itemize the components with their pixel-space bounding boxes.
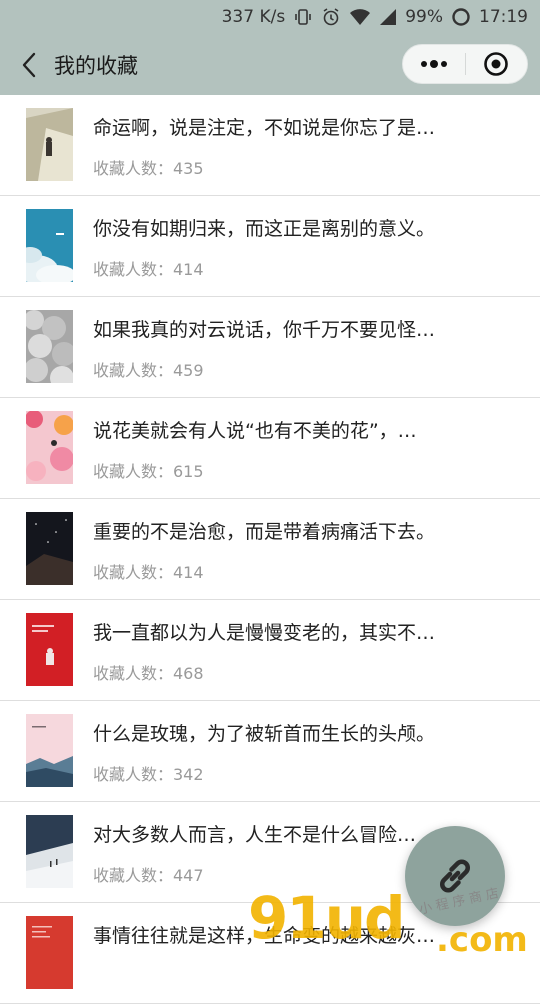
cover-image [26, 916, 73, 989]
signal-icon [379, 8, 397, 26]
close-button[interactable] [466, 45, 528, 83]
item-favorite-count: 收藏人数：414 [93, 260, 204, 279]
item-favorite-count: 收藏人数：342 [93, 765, 204, 784]
item-title: 什么是玫瑰，为了被斩首而生长的头颅。 [93, 723, 436, 745]
item-favorite-count: 收藏人数：468 [93, 664, 204, 683]
battery-percent: 99% [405, 7, 443, 27]
wifi-icon [349, 8, 371, 26]
item-title: 重要的不是治愈，而是带着病痛活下去。 [93, 521, 436, 543]
item-title: 说花美就会有人说“也有不美的花”，… [93, 420, 417, 442]
list-item[interactable]: 命运啊，说是注定，不如说是你忘了是… 收藏人数：435 [0, 95, 540, 196]
chevron-left-icon [22, 52, 36, 77]
list-item[interactable]: 如果我真的对云说话，你千万不要见怪… 收藏人数：459 [0, 297, 540, 398]
close-target-icon [484, 52, 509, 76]
nav-bar: 我的收藏 [0, 34, 540, 95]
list-item[interactable]: 说花美就会有人说“也有不美的花”，… 收藏人数：615 [0, 398, 540, 499]
mini-program-capsule [402, 44, 528, 84]
list-item[interactable]: 你没有如期归来，而这正是离别的意义。 收藏人数：414 [0, 196, 540, 297]
share-link-button[interactable] [405, 826, 505, 926]
cover-image [26, 613, 73, 686]
vibrate-icon [293, 7, 313, 27]
item-title: 命运啊，说是注定，不如说是你忘了是… [93, 117, 436, 139]
list-item[interactable]: 重要的不是治愈，而是带着病痛活下去。 收藏人数：414 [0, 499, 540, 600]
cover-image [26, 411, 73, 484]
item-title: 事情往往就是这样，生命变的越来越灰… [93, 925, 436, 947]
cover-image [26, 815, 73, 888]
more-button[interactable] [403, 45, 465, 83]
status-bar: 337 K/s 99% 17:19 [0, 0, 540, 34]
clock-time: 17:19 [479, 7, 528, 27]
cover-image [26, 108, 73, 181]
item-favorite-count: 收藏人数：459 [93, 361, 204, 380]
cover-image [26, 512, 73, 585]
cover-image [26, 209, 73, 282]
alarm-icon [321, 7, 341, 27]
network-speed: 337 K/s [221, 7, 286, 27]
item-favorite-count: 收藏人数：615 [93, 462, 204, 481]
more-dots-icon [420, 60, 447, 68]
item-title: 如果我真的对云说话，你千万不要见怪… [93, 319, 436, 341]
battery-icon [451, 7, 471, 27]
list-item[interactable]: 我一直都以为人是慢慢变老的，其实不… 收藏人数：468 [0, 600, 540, 701]
cover-image [26, 310, 73, 383]
item-favorite-count: 收藏人数：435 [93, 159, 204, 178]
back-button[interactable] [14, 50, 44, 80]
item-favorite-count: 收藏人数：447 [93, 866, 204, 885]
page-title: 我的收藏 [54, 53, 138, 78]
cover-image [26, 714, 73, 787]
item-favorite-count: 收藏人数：414 [93, 563, 204, 582]
item-title: 我一直都以为人是慢慢变老的，其实不… [93, 622, 436, 644]
link-icon [440, 859, 470, 893]
item-title: 你没有如期归来，而这正是离别的意义。 [93, 218, 436, 240]
list-item[interactable]: 什么是玫瑰，为了被斩首而生长的头颅。 收藏人数：342 [0, 701, 540, 802]
